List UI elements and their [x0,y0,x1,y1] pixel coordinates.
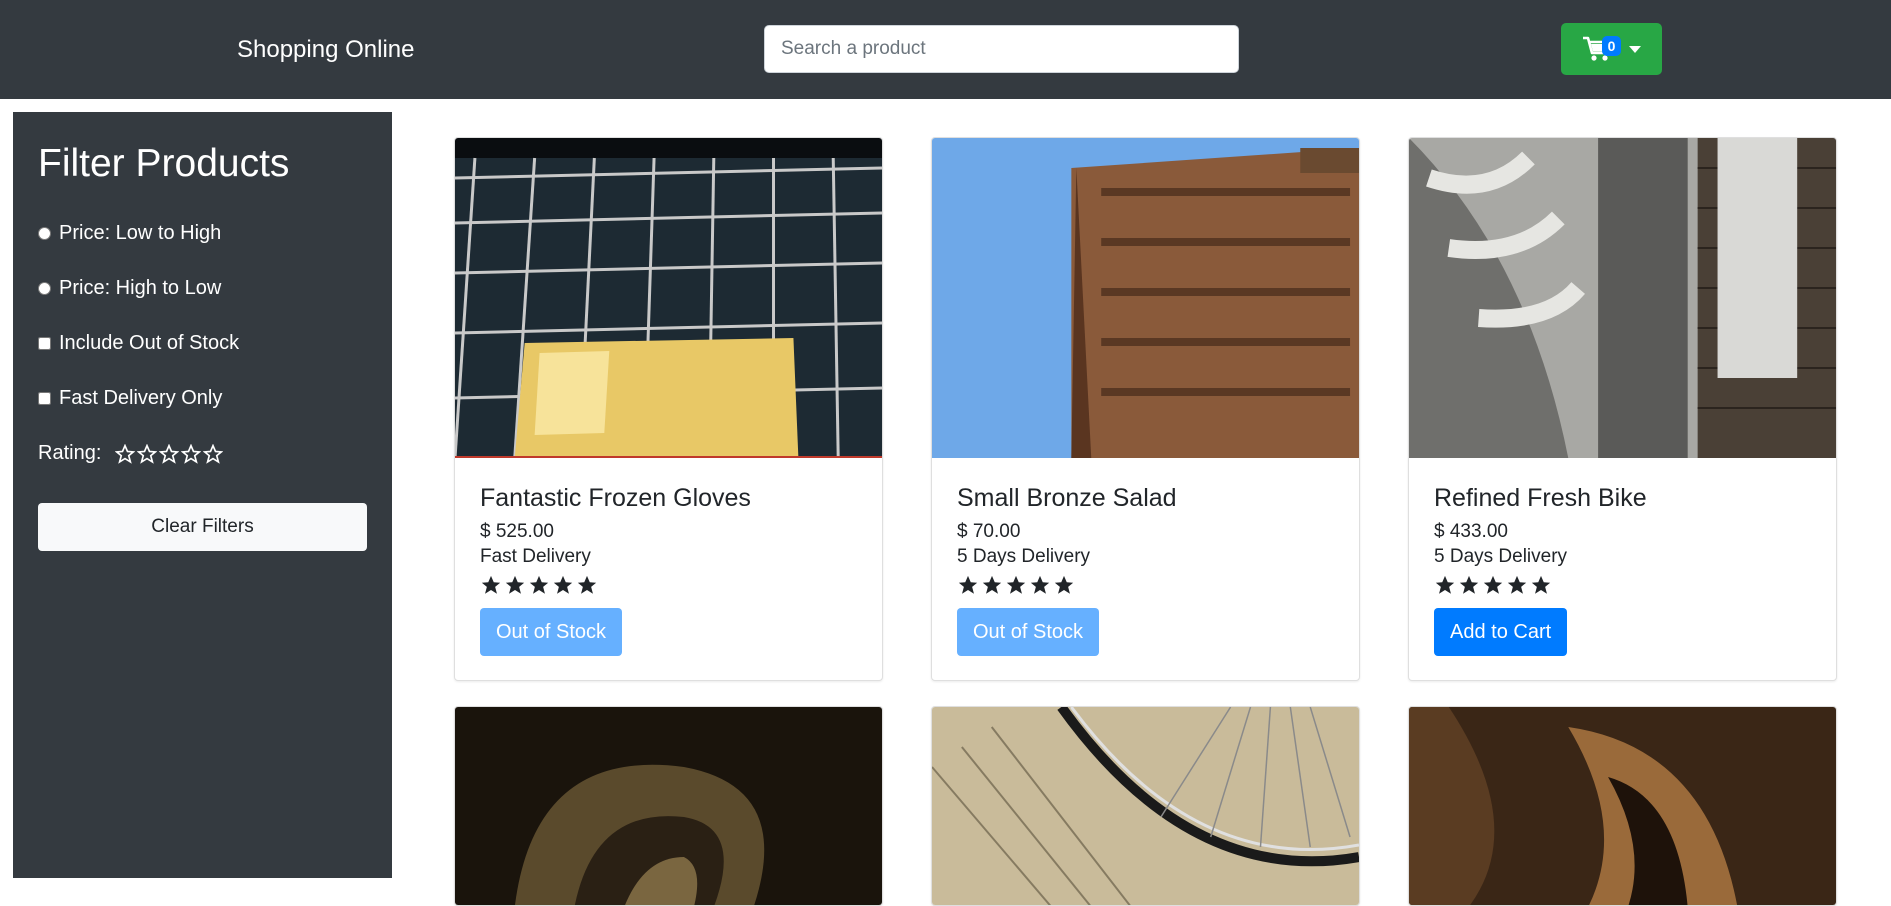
star-outline-icon[interactable] [159,443,180,464]
rating-stars [115,443,224,464]
out-of-stock-button[interactable]: Out of Stock [480,608,623,656]
star-outline-icon[interactable] [137,443,158,464]
add-to-cart-button[interactable]: Add to Cart [1434,608,1568,656]
product-image [932,138,1359,458]
star-filled-icon [553,575,573,594]
product-image [455,707,882,905]
product-card: Fantastic Frozen Gloves $ 525.00 Fast De… [454,137,883,681]
product-image [1409,707,1836,905]
brand-title[interactable]: Shopping Online [237,36,414,64]
cart-dropdown-button[interactable]: 0 [1561,23,1662,75]
rating-filter: Rating: [38,442,224,465]
star-filled-icon [1030,575,1050,594]
caret-down-icon [1629,45,1642,53]
sort-high-low-option[interactable]: Price: High to Low [38,277,221,300]
fast-delivery-checkbox[interactable] [38,392,51,405]
product-delivery: Fast Delivery [480,546,591,567]
product-image [455,138,882,458]
include-out-of-stock-checkbox[interactable] [38,337,51,350]
product-body: Refined Fresh Bike $ 433.00 5 Days Deliv… [1409,458,1836,680]
star-filled-icon [1054,575,1074,594]
product-image [1409,138,1836,458]
product-name[interactable]: Fantastic Frozen Gloves [480,484,751,513]
product-price: $ 525.00 [480,521,554,542]
product-body: Fantastic Frozen Gloves $ 525.00 Fast De… [455,458,882,680]
product-body: Small Bronze Salad $ 70.00 5 Days Delive… [932,458,1359,680]
filter-title: Filter Products [38,142,290,185]
star-outline-icon[interactable] [181,443,202,464]
product-price: $ 70.00 [957,521,1021,542]
sort-high-low-radio[interactable] [38,282,51,295]
star-filled-icon [577,575,597,594]
product-name[interactable]: Small Bronze Salad [957,484,1177,513]
sort-low-high-option[interactable]: Price: Low to High [38,222,221,245]
star-filled-icon [1531,575,1551,594]
star-filled-icon [481,575,501,594]
filter-sidebar: Filter Products Price: Low to High Price… [13,112,392,878]
sort-low-high-label: Price: Low to High [59,222,222,244]
star-filled-icon [1435,575,1455,594]
fast-delivery-label: Fast Delivery Only [59,387,223,409]
product-card: Refined Fresh Bike $ 433.00 5 Days Deliv… [1408,137,1837,681]
search-input[interactable] [764,25,1239,73]
include-out-of-stock-option[interactable]: Include Out of Stock [38,332,239,355]
star-filled-icon [982,575,1002,594]
product-rating [480,574,598,596]
star-filled-icon [958,575,978,594]
cart-count-badge: 0 [1601,36,1622,56]
star-filled-icon [1483,575,1503,594]
product-card [454,706,883,906]
rating-label: Rating: [38,442,102,464]
star-filled-icon [505,575,525,594]
product-rating [1434,574,1552,596]
sort-high-low-label: Price: High to Low [59,277,222,299]
product-delivery: 5 Days Delivery [1434,546,1568,567]
clear-filters-button[interactable]: Clear Filters [38,503,367,551]
star-filled-icon [1006,575,1026,594]
out-of-stock-button[interactable]: Out of Stock [957,608,1100,656]
product-price: $ 433.00 [1434,521,1508,542]
product-image [932,707,1359,905]
sort-low-high-radio[interactable] [38,227,51,240]
star-filled-icon [529,575,549,594]
product-card [1408,706,1837,906]
star-filled-icon [1459,575,1479,594]
fast-delivery-option[interactable]: Fast Delivery Only [38,387,222,410]
product-rating [957,574,1075,596]
product-card [931,706,1360,906]
product-card: Small Bronze Salad $ 70.00 5 Days Delive… [931,137,1360,681]
star-outline-icon[interactable] [203,443,224,464]
top-navbar: Shopping Online 0 [0,0,1891,99]
star-outline-icon[interactable] [115,443,136,464]
include-out-of-stock-label: Include Out of Stock [59,332,240,354]
star-filled-icon [1507,575,1527,594]
product-delivery: 5 Days Delivery [957,546,1091,567]
product-name[interactable]: Refined Fresh Bike [1434,484,1647,513]
